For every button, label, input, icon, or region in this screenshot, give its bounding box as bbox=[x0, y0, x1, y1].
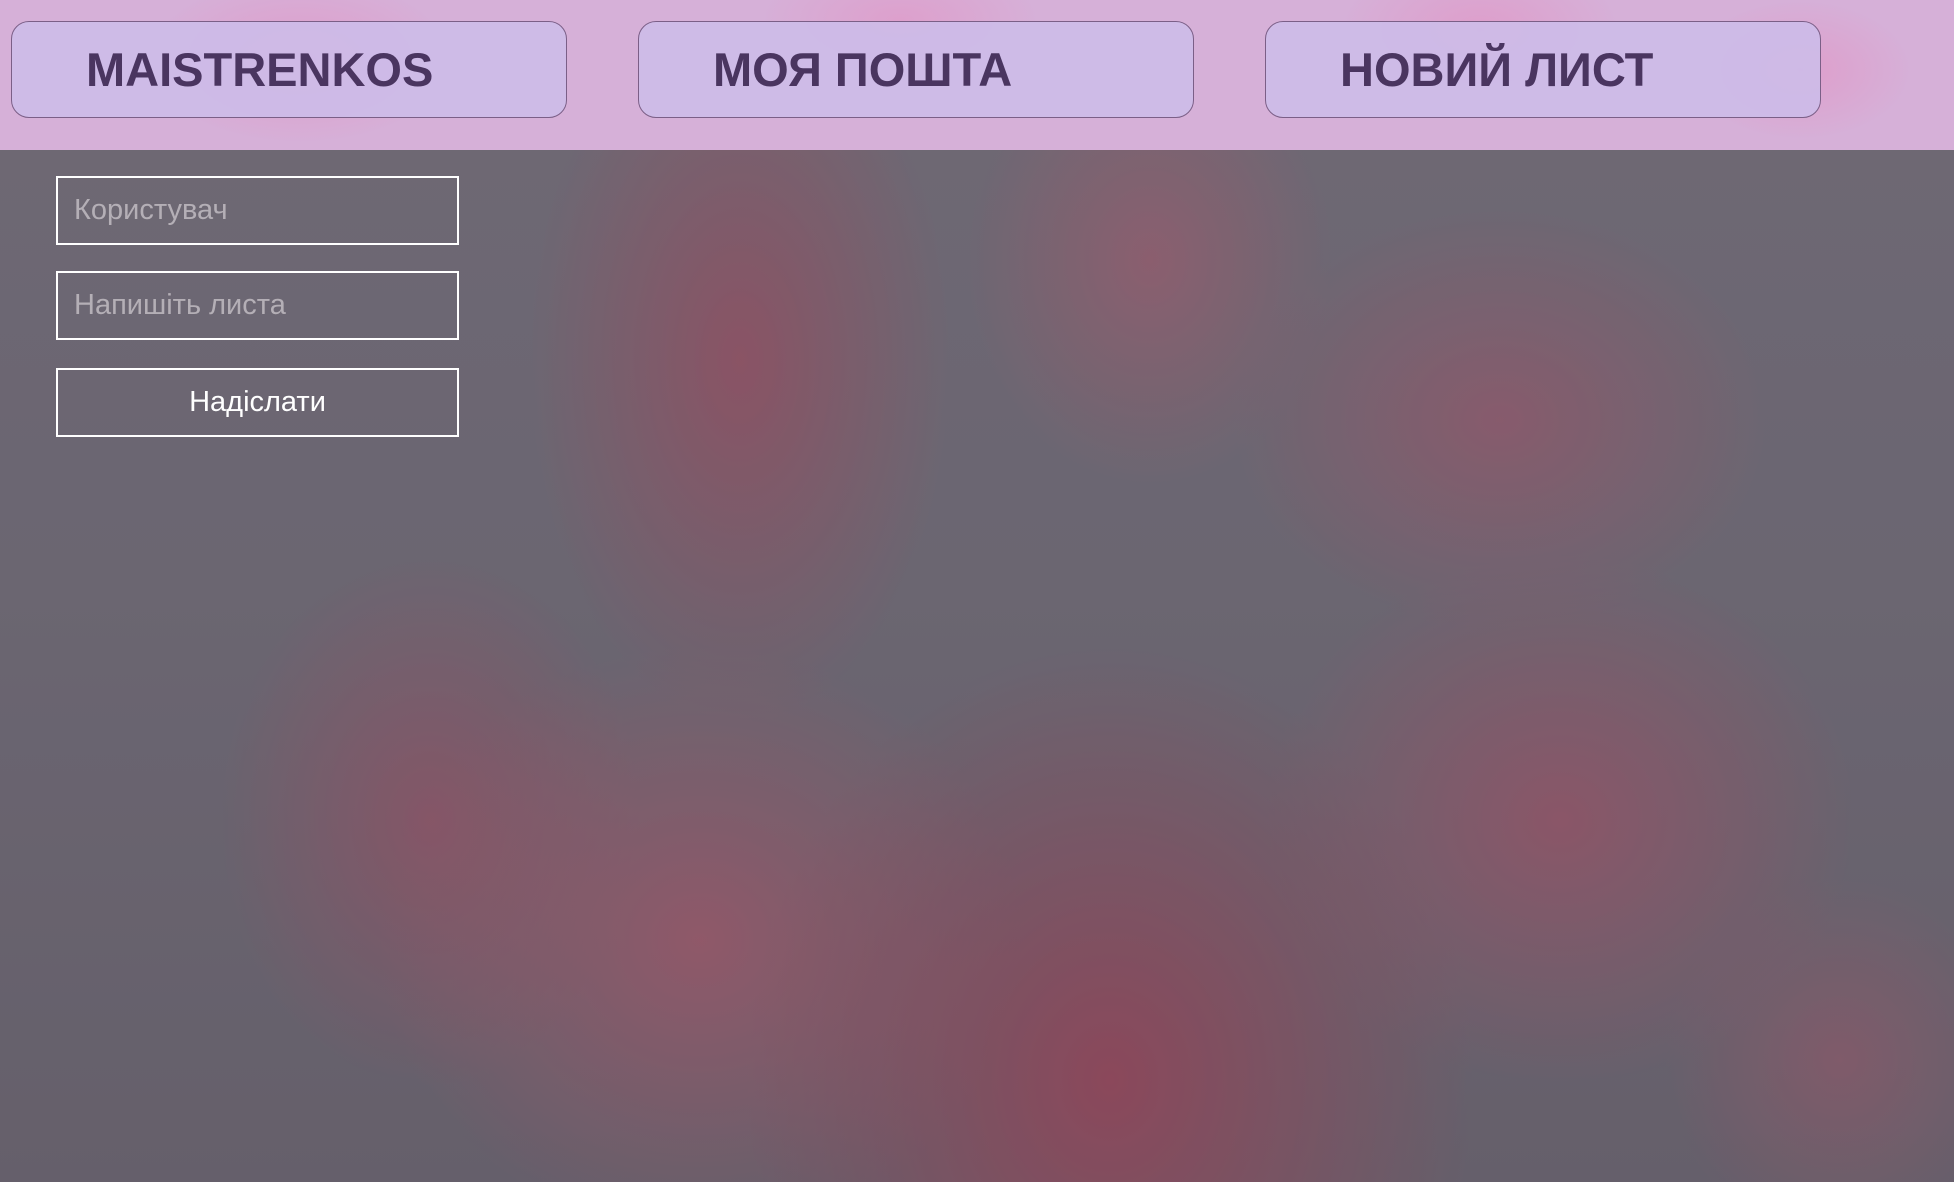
nav-my-mail-button[interactable]: МОЯ ПОШТА bbox=[638, 21, 1194, 118]
nav-new-letter-button[interactable]: НОВИЙ ЛИСТ bbox=[1265, 21, 1821, 118]
message-input[interactable] bbox=[56, 271, 459, 340]
user-input[interactable] bbox=[56, 176, 459, 245]
nav-brand-button[interactable]: MAISTRENKOS bbox=[11, 21, 567, 118]
send-button[interactable]: Надіслати bbox=[56, 368, 459, 437]
top-navigation-bar: MAISTRENKOS МОЯ ПОШТА НОВИЙ ЛИСТ bbox=[0, 0, 1954, 150]
